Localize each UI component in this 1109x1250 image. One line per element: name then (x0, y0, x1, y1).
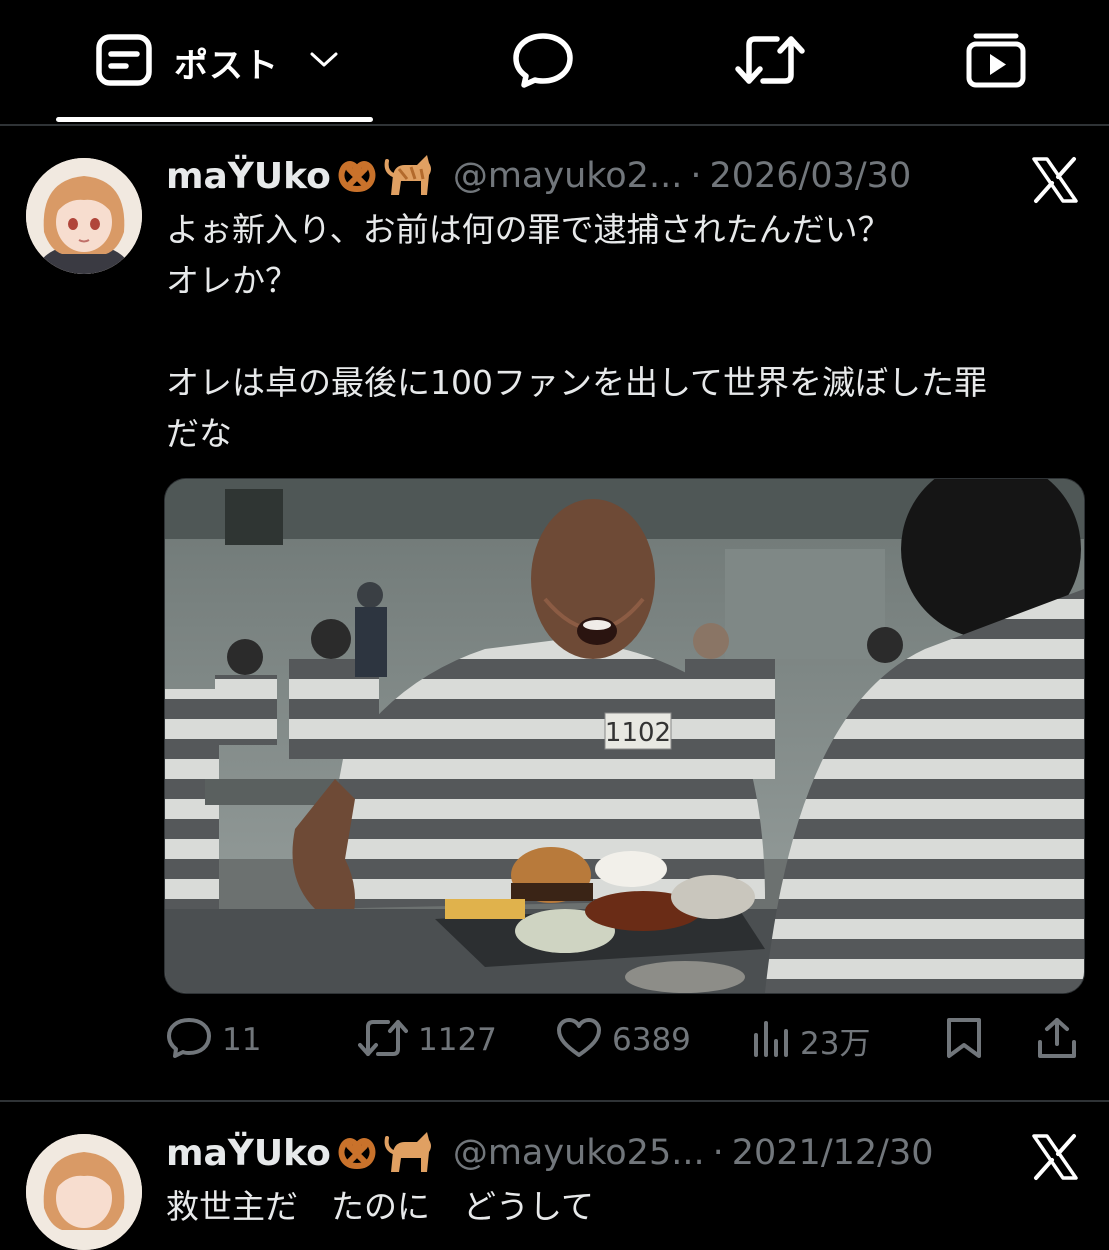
avatar[interactable] (26, 158, 142, 274)
post-text-line: オレは卓の最後に100ファンを出して世界を滅ぼした罪 (166, 363, 987, 402)
inmate-number: 1102 (605, 718, 671, 748)
tab-replies[interactable] (512, 30, 574, 94)
display-name[interactable]: maŸUko (166, 156, 331, 197)
share-button[interactable] (1036, 1010, 1078, 1070)
like-count: 6389 (612, 1022, 691, 1058)
display-name[interactable]: maŸUko (166, 1133, 331, 1174)
post-media-image[interactable]: 1102 (164, 478, 1085, 994)
post-text-line: よぉ新入り、お前は何の罪で逮捕されたんだい？ (166, 210, 891, 249)
view-count: 23万 (800, 1025, 871, 1062)
post-header: maŸUko @mayuko25... · 2021/12/30 (166, 1131, 933, 1175)
pretzel-emoji (335, 1130, 379, 1176)
tab-bar-divider (0, 124, 1109, 126)
post-text: 救世主だ たのに どうして (166, 1187, 628, 1226)
post-text-line: オレか？ (166, 261, 298, 300)
repost-count: 1127 (418, 1022, 497, 1058)
tab-active-indicator (56, 117, 373, 122)
handle[interactable]: @mayuko2... (453, 156, 683, 196)
posts-icon (96, 34, 152, 90)
cat-emoji (383, 151, 435, 201)
handle[interactable]: @mayuko25... (453, 1133, 705, 1173)
bookmark-button[interactable] (944, 1010, 984, 1070)
cat-emoji (383, 1128, 435, 1178)
tab-posts[interactable]: ポスト (96, 30, 339, 94)
post-text: よぉ新入り、お前は何の罪で逮捕されたんだい？ オレか？ オレは卓の最後に100フ… (166, 204, 1086, 459)
pretzel-emoji (335, 153, 379, 199)
x-logo-icon[interactable] (1030, 155, 1080, 205)
repost-icon (735, 31, 805, 93)
avatar[interactable] (26, 1134, 142, 1250)
post-header: maŸUko @mayuko2... · 2026/03/30 (166, 154, 911, 198)
repost-icon (358, 1017, 408, 1063)
repost-button[interactable]: 1127 (358, 1010, 497, 1070)
post-text-line (166, 306, 1086, 357)
views-icon (752, 1019, 790, 1061)
views-button[interactable]: 23万 (752, 1010, 870, 1070)
tab-reposts[interactable] (735, 30, 805, 94)
separator: · (690, 156, 702, 196)
x-logo-icon[interactable] (1030, 1132, 1080, 1182)
tab-media[interactable] (966, 30, 1026, 94)
bookmark-icon (944, 1016, 984, 1064)
chevron-down-icon[interactable] (309, 51, 339, 73)
tab-posts-label: ポスト (174, 45, 279, 86)
post-divider (0, 1100, 1109, 1102)
media-icon (966, 31, 1026, 93)
top-tab-bar: ポスト (0, 0, 1109, 124)
post-date[interactable]: 2026/03/30 (709, 156, 911, 196)
post-actions: 11 1127 6389 23万 (164, 1010, 1084, 1070)
heart-icon (556, 1017, 602, 1063)
reply-icon (512, 31, 574, 93)
post-date[interactable]: 2021/12/30 (732, 1133, 934, 1173)
separator: · (712, 1133, 724, 1173)
like-button[interactable]: 6389 (556, 1010, 691, 1070)
reply-count: 11 (222, 1022, 262, 1058)
post-text-line: だな (166, 414, 232, 453)
reply-button[interactable]: 11 (166, 1010, 261, 1070)
share-icon (1036, 1016, 1078, 1064)
reply-icon (166, 1016, 212, 1064)
